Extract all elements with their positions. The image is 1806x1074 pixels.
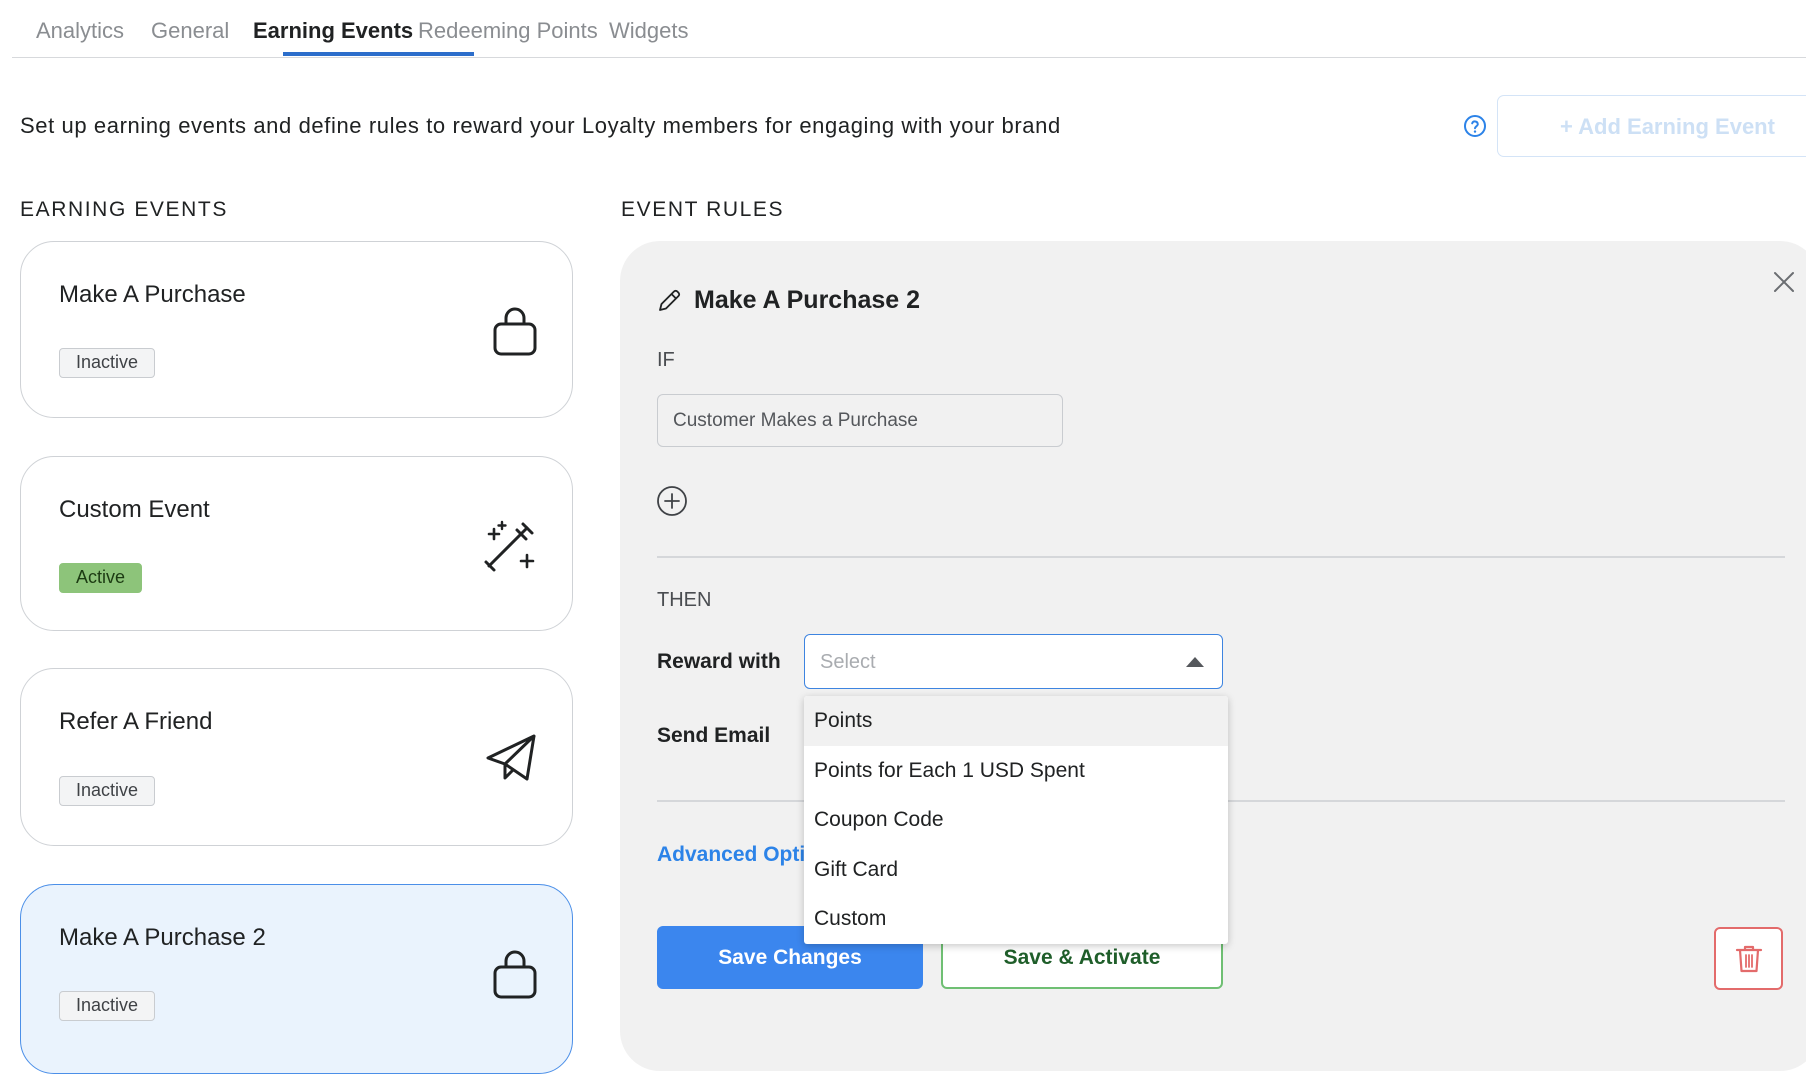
page-description: Set up earning events and define rules t… (20, 113, 1061, 138)
close-icon[interactable] (1772, 270, 1796, 294)
earning-events-heading: EARNING EVENTS (20, 198, 228, 221)
active-tab-indicator (283, 52, 474, 56)
event-card-make-a-purchase[interactable]: Make A Purchase Inactive (20, 241, 573, 418)
tab-widgets[interactable]: Widgets (609, 18, 688, 44)
status-badge: Active (59, 563, 143, 593)
if-label: IF (657, 349, 675, 371)
tab-bar: Analytics General Earning Events Redeemi… (12, 0, 1806, 58)
reward-select[interactable]: Select (804, 634, 1223, 689)
menu-item-custom[interactable]: Custom (804, 894, 1228, 944)
status-badge: Inactive (59, 348, 156, 378)
reward-with-label: Reward with (657, 650, 781, 673)
event-card-refer-a-friend[interactable]: Refer A Friend Inactive (20, 668, 573, 846)
send-email-label: Send Email (657, 724, 771, 747)
rule-title: Make A Purchase 2 (694, 286, 921, 314)
menu-item-coupon-code[interactable]: Coupon Code (804, 795, 1228, 845)
event-card-make-a-purchase-2[interactable]: Make A Purchase 2 Inactive (20, 884, 573, 1074)
reward-options-menu: Points Points for Each 1 USD Spent Coupo… (804, 696, 1228, 944)
shopping-bag-icon (493, 307, 537, 356)
tab-earning-events[interactable]: Earning Events (253, 18, 413, 44)
paper-plane-icon (486, 734, 536, 781)
help-icon[interactable] (1463, 114, 1487, 138)
menu-item-points-per-usd[interactable]: Points for Each 1 USD Spent (804, 746, 1228, 796)
then-label: THEN (657, 589, 712, 611)
event-card-title: Make A Purchase (59, 281, 246, 308)
reward-select-placeholder: Select (820, 651, 876, 673)
advanced-options-link[interactable]: Advanced Opti (657, 843, 805, 867)
status-badge: Inactive (59, 776, 156, 806)
event-card-custom-event[interactable]: Custom Event Active (20, 456, 573, 631)
menu-item-points[interactable]: Points (804, 696, 1228, 746)
shopping-bag-icon (493, 950, 537, 999)
magic-wand-icon (484, 520, 535, 572)
add-earning-event-button[interactable]: + Add Earning Event (1497, 95, 1806, 157)
tab-analytics[interactable]: Analytics (36, 18, 124, 44)
event-card-title: Make A Purchase 2 (59, 924, 266, 951)
add-condition-icon[interactable] (656, 485, 688, 517)
event-rules-heading: EVENT RULES (621, 198, 785, 221)
condition-field[interactable]: Customer Makes a Purchase (657, 394, 1063, 447)
pencil-icon[interactable] (656, 288, 682, 314)
tab-redeeming-points[interactable]: Redeeming Points (418, 18, 598, 44)
menu-item-gift-card[interactable]: Gift Card (804, 845, 1228, 895)
section-divider (657, 556, 1785, 558)
trash-icon (1735, 945, 1763, 973)
delete-button[interactable] (1714, 927, 1783, 990)
status-badge: Inactive (59, 991, 156, 1021)
tab-general[interactable]: General (151, 18, 229, 44)
event-card-title: Refer A Friend (59, 708, 213, 735)
caret-up-icon (1186, 657, 1204, 667)
event-card-title: Custom Event (59, 496, 210, 523)
